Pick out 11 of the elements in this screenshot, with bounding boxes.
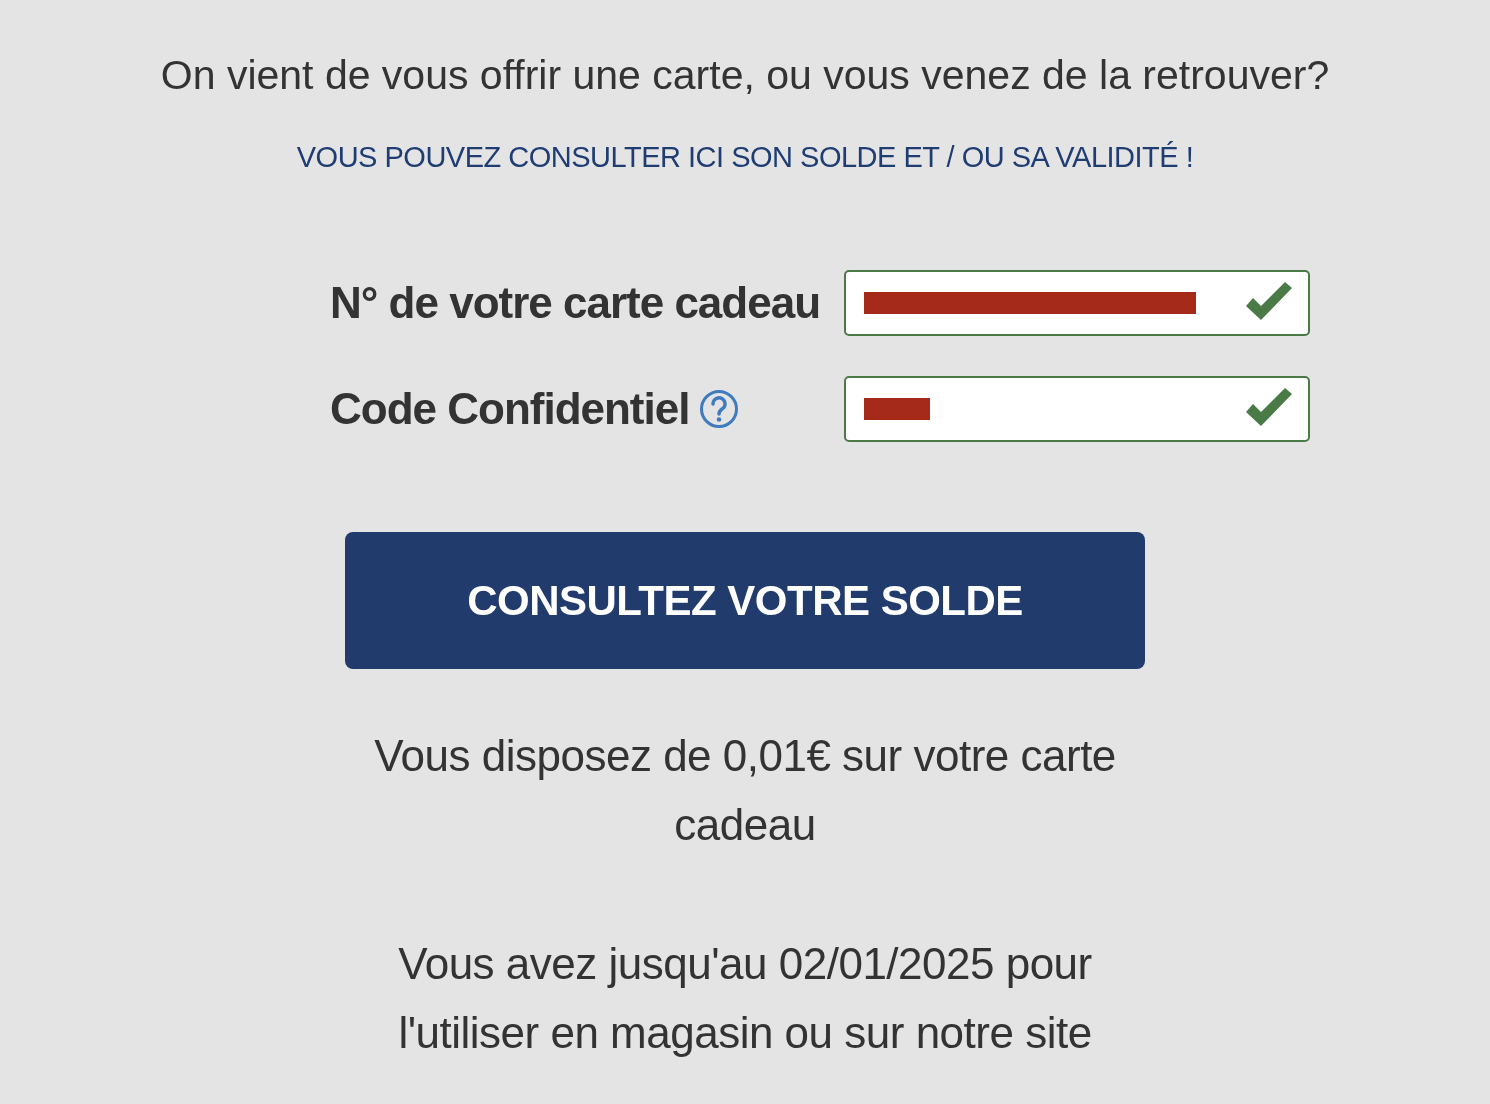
heading: On vient de vous offrir une carte, ou vous venez de la retrouver?	[160, 52, 1330, 99]
result-message: Vous disposez de 0,01€ sur votre carte cadeau	[373, 730, 1117, 851]
check-balance-button[interactable]: CONSULTEZ VOTRE SOLDE	[345, 532, 1145, 669]
result-message: Vous avez jusqu'au 02/01/2025 pour l'utiliser en magasin ou sur notre site	[397, 938, 1093, 1059]
redaction-mark	[863, 398, 930, 420]
field-label: N° de votre carte cadeau	[330, 278, 821, 328]
help-icon[interactable]	[699, 389, 740, 429]
input-field[interactable]	[843, 270, 1310, 336]
input-field[interactable]	[843, 376, 1310, 442]
subheading: VOUS POUVEZ CONSULTER ICI SON SOLDE ET / OU SA VALIDITÉ !	[296, 141, 1194, 174]
field-label: Code Confidentiel	[330, 384, 690, 434]
